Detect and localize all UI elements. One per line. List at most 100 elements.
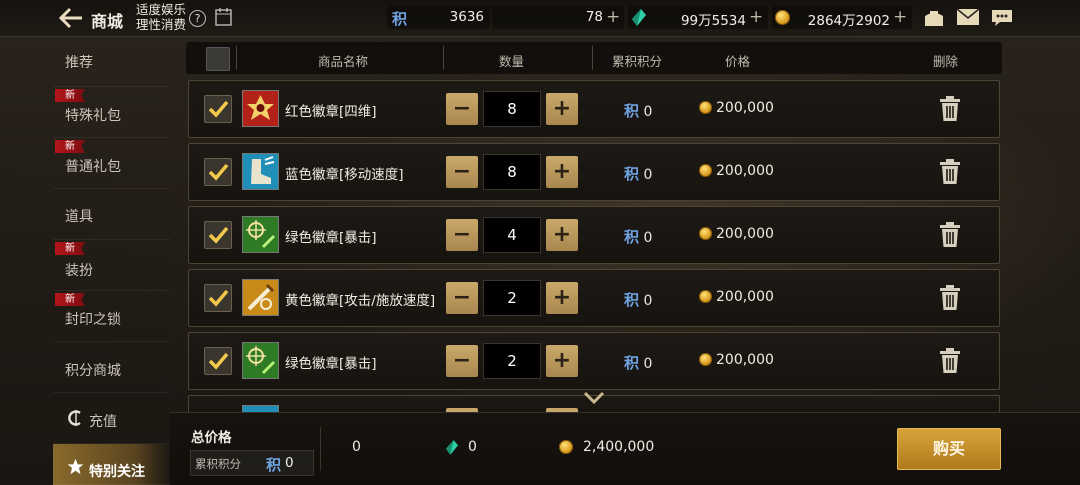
- back-arrow-icon[interactable]: [58, 6, 84, 30]
- gem-icon: [446, 440, 458, 455]
- item-name: 红色徽章[四维]: [285, 104, 377, 120]
- new-badge: 新: [55, 293, 85, 306]
- item-checkbox[interactable]: [204, 221, 232, 249]
- trash-icon[interactable]: [938, 222, 962, 248]
- quantity-value[interactable]: 8: [483, 91, 541, 127]
- item-checkbox[interactable]: [204, 95, 232, 123]
- jifen-points-icon: 积: [624, 291, 640, 309]
- item-price: 200,000: [699, 289, 774, 305]
- sidebar-item-special-watch[interactable]: 特别关注: [53, 444, 170, 485]
- gem-add-button[interactable]: +: [749, 7, 763, 27]
- jifen-points-icon: 积: [624, 165, 640, 183]
- sidebar-item-label: 积分商城: [65, 363, 121, 379]
- green-emblem-crosshair-icon: [242, 342, 279, 379]
- bag-icon[interactable]: [922, 8, 946, 28]
- trash-icon[interactable]: [938, 159, 962, 185]
- jifen-points-icon: 积: [624, 228, 640, 246]
- gold-coin-icon: [699, 290, 712, 303]
- trash-icon[interactable]: [938, 348, 962, 374]
- sidebar-item-label: 特别关注: [89, 464, 145, 480]
- buy-button[interactable]: 购买: [897, 428, 1001, 470]
- cart-row: 黄色徽章[攻击/施放速度] −2 + 积 0 200,000: [188, 269, 1000, 327]
- quantity-increase-button[interactable]: +: [546, 156, 578, 188]
- new-badge: 新: [55, 242, 85, 255]
- sidebar-item-normal-pack[interactable]: 新 普通礼包: [53, 138, 170, 189]
- gold-coin-icon: [699, 164, 712, 177]
- blue-emblem-boot-icon: [242, 153, 279, 190]
- sidebar-item-seal-lock[interactable]: 新 封印之锁: [53, 291, 170, 342]
- quantity-decrease-button[interactable]: −: [446, 345, 478, 377]
- item-price-value: 200,000: [716, 163, 774, 179]
- gold-balance: 2864万2902: [807, 13, 890, 29]
- yellow-emblem-sword-icon: [242, 279, 279, 316]
- gold-coin-icon: [559, 440, 573, 454]
- item-checkbox[interactable]: [204, 347, 232, 375]
- header-product-name: 商品名称: [318, 54, 369, 69]
- gold-add-button[interactable]: +: [893, 7, 907, 27]
- quantity-decrease-button[interactable]: −: [446, 282, 478, 314]
- total-price-label: 总价格: [191, 430, 232, 446]
- sidebar-item-special-pack[interactable]: 新 特殊礼包: [53, 87, 170, 138]
- quantity-increase-button[interactable]: +: [546, 282, 578, 314]
- header-price: 价格: [725, 54, 751, 69]
- quantity-value[interactable]: 2: [483, 343, 541, 379]
- chat-icon[interactable]: [991, 9, 1013, 27]
- accumulated-points-label: 累积积分: [195, 457, 241, 471]
- item-price-value: 200,000: [716, 226, 774, 242]
- header-quantity: 数量: [499, 54, 525, 69]
- sidebar-item-label: 道具: [65, 209, 93, 225]
- item-price: 200,000: [699, 352, 774, 368]
- quantity-increase-button[interactable]: +: [546, 345, 578, 377]
- item-points-value: 0: [643, 230, 653, 246]
- cart-row: 绿色徽章[暴击] −2 + 积 0 200,000: [188, 332, 1000, 390]
- bottom-divider: [320, 427, 321, 471]
- sidebar-item-recommend[interactable]: 推荐: [53, 36, 170, 87]
- item-points-value: 0: [643, 104, 653, 120]
- cart-row: 蓝色徽章[移动速度] −8 + 积 0 200,000: [188, 143, 1000, 201]
- quantity-increase-button[interactable]: +: [546, 219, 578, 251]
- sidebar-item-recharge[interactable]: 充值: [53, 393, 170, 444]
- gem-balance: 99万5534: [680, 13, 746, 29]
- quantity-decrease-button[interactable]: −: [446, 219, 478, 251]
- select-all-checkbox[interactable]: [206, 47, 230, 71]
- gold-coin-icon: [699, 101, 712, 114]
- header-divider: [592, 46, 593, 70]
- quantity-increase-button[interactable]: +: [546, 93, 578, 125]
- header-delete: 删除: [933, 54, 959, 69]
- item-price: 200,000: [699, 226, 774, 242]
- accumulated-points-value: 0: [285, 455, 294, 471]
- item-checkbox[interactable]: [204, 158, 232, 186]
- quantity-decrease-button[interactable]: −: [446, 156, 478, 188]
- star-icon: [67, 458, 84, 475]
- green-emblem-crosshair-icon: [242, 216, 279, 253]
- item-checkbox[interactable]: [204, 284, 232, 312]
- quantity-value[interactable]: 8: [483, 154, 541, 190]
- quantity-decrease-button[interactable]: −: [446, 93, 478, 125]
- accumulated-points-box: 累积积分 积 0: [190, 450, 314, 476]
- recharge-c-coin-icon: [68, 410, 81, 426]
- sidebar-item-points-shop[interactable]: 积分商城: [53, 342, 170, 393]
- total-c-coins: 0: [352, 439, 361, 455]
- c-coin-add-button[interactable]: +: [606, 7, 620, 27]
- help-icon[interactable]: ?: [189, 10, 206, 27]
- jifen-points-icon: 积: [624, 354, 640, 372]
- quantity-value[interactable]: 4: [483, 217, 541, 253]
- calendar-icon[interactable]: [215, 8, 232, 26]
- sidebar-item-costume[interactable]: 新 装扮: [53, 240, 170, 291]
- trash-icon[interactable]: [938, 96, 962, 122]
- red-emblem-icon: [242, 90, 279, 127]
- trash-icon[interactable]: [938, 285, 962, 311]
- gold-coin-icon: [699, 227, 712, 240]
- healthy-gaming-notice: 适度娱乐: [136, 2, 187, 17]
- top-bar: 商城 适度娱乐 理性消费 ? 积 3636 78 + 99万5534 + 286…: [0, 0, 1080, 37]
- scroll-down-chevron-icon[interactable]: [583, 391, 605, 405]
- quantity-value[interactable]: 2: [483, 280, 541, 316]
- item-price-value: 200,000: [716, 289, 774, 305]
- jifen-points-icon: 积: [266, 456, 282, 474]
- gold-coin-icon: [775, 10, 790, 25]
- mail-icon[interactable]: [957, 9, 979, 25]
- total-gold: 2,400,000: [583, 439, 655, 455]
- sidebar-item-items[interactable]: 道具: [53, 189, 170, 240]
- shop-title: 商城: [91, 12, 124, 31]
- item-points: 积 0: [624, 352, 652, 373]
